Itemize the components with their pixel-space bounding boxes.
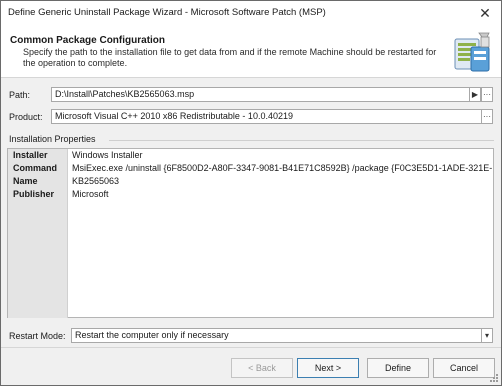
- page-description: Specify the path to the installation fil…: [23, 47, 437, 68]
- property-value: MsiExec.exe /uninstall {6F8500D2-A80F-33…: [72, 163, 492, 173]
- property-key: Installer: [8, 149, 68, 162]
- cancel-button[interactable]: Cancel: [433, 358, 495, 378]
- property-value: KB2565063: [72, 176, 120, 186]
- product-label: Product:: [9, 112, 43, 122]
- section-divider: [109, 140, 494, 141]
- back-button[interactable]: < Back: [231, 358, 293, 378]
- property-value: Windows Installer: [72, 150, 143, 160]
- product-input[interactable]: Microsoft Visual C++ 2010 x86 Redistribu…: [51, 109, 482, 124]
- path-browse-button[interactable]: ···: [481, 87, 493, 102]
- property-value: Microsoft: [72, 189, 109, 199]
- property-row: Publisher Microsoft: [8, 188, 493, 201]
- window-title: Define Generic Uninstall Package Wizard …: [8, 7, 326, 18]
- wizard-footer: < Back Next > Define Cancel: [1, 347, 501, 385]
- restart-mode-label: Restart Mode:: [9, 331, 66, 341]
- property-row: Name KB2565063: [8, 175, 493, 188]
- path-run-button[interactable]: ▶: [469, 87, 481, 102]
- resize-grip-icon[interactable]: [489, 373, 499, 383]
- property-row: Command MsiExec.exe /uninstall {6F8500D2…: [8, 162, 493, 175]
- installation-properties-grid[interactable]: Installer Windows Installer Command MsiE…: [7, 148, 494, 318]
- property-key: Name: [8, 175, 68, 188]
- chevron-down-icon[interactable]: ▾: [481, 328, 493, 343]
- property-row: Installer Windows Installer: [8, 149, 493, 162]
- path-input[interactable]: D:\Install\Patches\KB2565063.msp: [51, 87, 470, 102]
- wizard-header: Common Package Configuration Specify the…: [1, 27, 501, 77]
- title-bar: Define Generic Uninstall Package Wizard …: [1, 1, 501, 27]
- wizard-window: Define Generic Uninstall Package Wizard …: [0, 0, 502, 386]
- package-icon: [454, 32, 490, 72]
- next-button[interactable]: Next >: [297, 358, 359, 378]
- product-browse-button[interactable]: ···: [481, 109, 493, 124]
- installation-properties-title: Installation Properties: [9, 134, 96, 144]
- define-button[interactable]: Define: [367, 358, 429, 378]
- restart-mode-select[interactable]: Restart the computer only if necessary: [71, 328, 482, 343]
- key-column-fill: [8, 201, 68, 318]
- path-label: Path:: [9, 90, 31, 100]
- close-button[interactable]: ✕: [475, 4, 495, 22]
- property-key: Command: [8, 162, 68, 175]
- page-title: Common Package Configuration: [10, 35, 166, 46]
- property-key: Publisher: [8, 188, 68, 201]
- wizard-body: Path: D:\Install\Patches\KB2565063.msp ▶…: [1, 77, 501, 347]
